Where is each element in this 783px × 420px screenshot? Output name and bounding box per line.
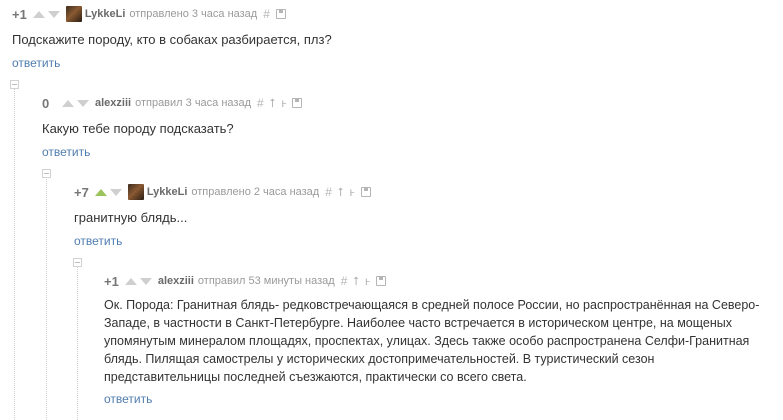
save-icon[interactable] <box>275 9 286 19</box>
comment-header: +1 alexziii отправил 53 минуты назад # ⭡… <box>104 272 764 290</box>
upvote-icon[interactable] <box>94 188 107 196</box>
comment-header: +7 LykkeLi отправлено 2 часа назад # ⭡ ⱶ <box>74 183 772 201</box>
downvote-icon[interactable] <box>77 99 89 107</box>
comment-timestamp: отправил 3 часа назад <box>135 97 251 109</box>
comment: +1 LykkeLi отправлено 3 часа назад # Под… <box>12 5 772 72</box>
thread-line <box>46 177 47 420</box>
upvote-icon[interactable] <box>124 277 137 285</box>
comment-author[interactable]: alexziii <box>95 97 131 109</box>
collapse-toggle[interactable] <box>42 169 51 178</box>
parent-comment-icon[interactable]: ⭡ <box>270 97 276 109</box>
comment-rating: +1 <box>12 6 27 22</box>
comment: +7 LykkeLi отправлено 2 часа назад # ⭡ ⱶ… <box>74 183 772 250</box>
comment-timestamp: отправил 53 минуты назад <box>197 275 335 287</box>
save-icon[interactable] <box>292 98 303 108</box>
permalink-icon[interactable]: # <box>263 8 270 20</box>
comment-rating: +7 <box>74 184 89 200</box>
subtree-icon[interactable]: ⱶ <box>350 186 355 198</box>
comment-timestamp: отправлено 3 часа назад <box>129 8 258 20</box>
parent-comment-icon[interactable]: ⭡ <box>353 275 359 287</box>
permalink-icon[interactable]: # <box>325 186 332 198</box>
reply-link[interactable]: ответить <box>12 56 60 70</box>
comment-author[interactable]: alexziii <box>158 275 194 287</box>
subtree-icon[interactable]: ⱶ <box>365 275 370 287</box>
comment-header: +1 LykkeLi отправлено 3 часа назад # <box>12 5 772 23</box>
reply-link[interactable]: ответить <box>104 392 152 406</box>
avatar[interactable] <box>127 184 144 200</box>
reply-link[interactable]: ответить <box>42 145 90 159</box>
collapse-toggle[interactable] <box>73 258 82 267</box>
save-icon[interactable] <box>360 187 371 197</box>
comment-text: гранитную блядь... <box>74 210 188 225</box>
comment-timestamp: отправлено 2 часа назад <box>191 186 320 198</box>
permalink-icon[interactable]: # <box>257 97 264 109</box>
comment-text: Ок. Порода: Гранитная блядь- редковстреч… <box>104 298 760 384</box>
comment-header: 0 alexziii отправил 3 часа назад # ⭡ ⱶ <box>42 94 772 112</box>
parent-comment-icon[interactable]: ⭡ <box>338 186 344 198</box>
downvote-icon[interactable] <box>109 188 122 196</box>
comment-text: Какую тебе породу подсказать? <box>42 121 234 136</box>
upvote-icon[interactable] <box>32 10 45 18</box>
comment-text: Подскажите породу, кто в собаках разбира… <box>12 32 332 47</box>
comment-rating: +1 <box>104 273 119 289</box>
comment-author[interactable]: LykkeLi <box>85 8 126 20</box>
downvote-icon[interactable] <box>47 10 60 18</box>
permalink-icon[interactable]: # <box>341 275 348 287</box>
comment: +1 alexziii отправил 53 минуты назад # ⭡… <box>104 272 764 408</box>
collapse-toggle[interactable] <box>10 80 19 89</box>
thread-line <box>77 266 78 420</box>
avatar[interactable] <box>65 6 82 22</box>
comment: 0 alexziii отправил 3 часа назад # ⭡ ⱶ К… <box>42 94 772 161</box>
comment-rating: 0 <box>42 95 50 111</box>
thread-line <box>14 88 15 420</box>
comment-author[interactable]: LykkeLi <box>147 186 188 198</box>
upvote-icon[interactable] <box>62 99 74 107</box>
downvote-icon[interactable] <box>139 277 152 285</box>
subtree-icon[interactable]: ⱶ <box>281 97 286 109</box>
reply-link[interactable]: ответить <box>74 234 122 248</box>
save-icon[interactable] <box>376 276 387 286</box>
